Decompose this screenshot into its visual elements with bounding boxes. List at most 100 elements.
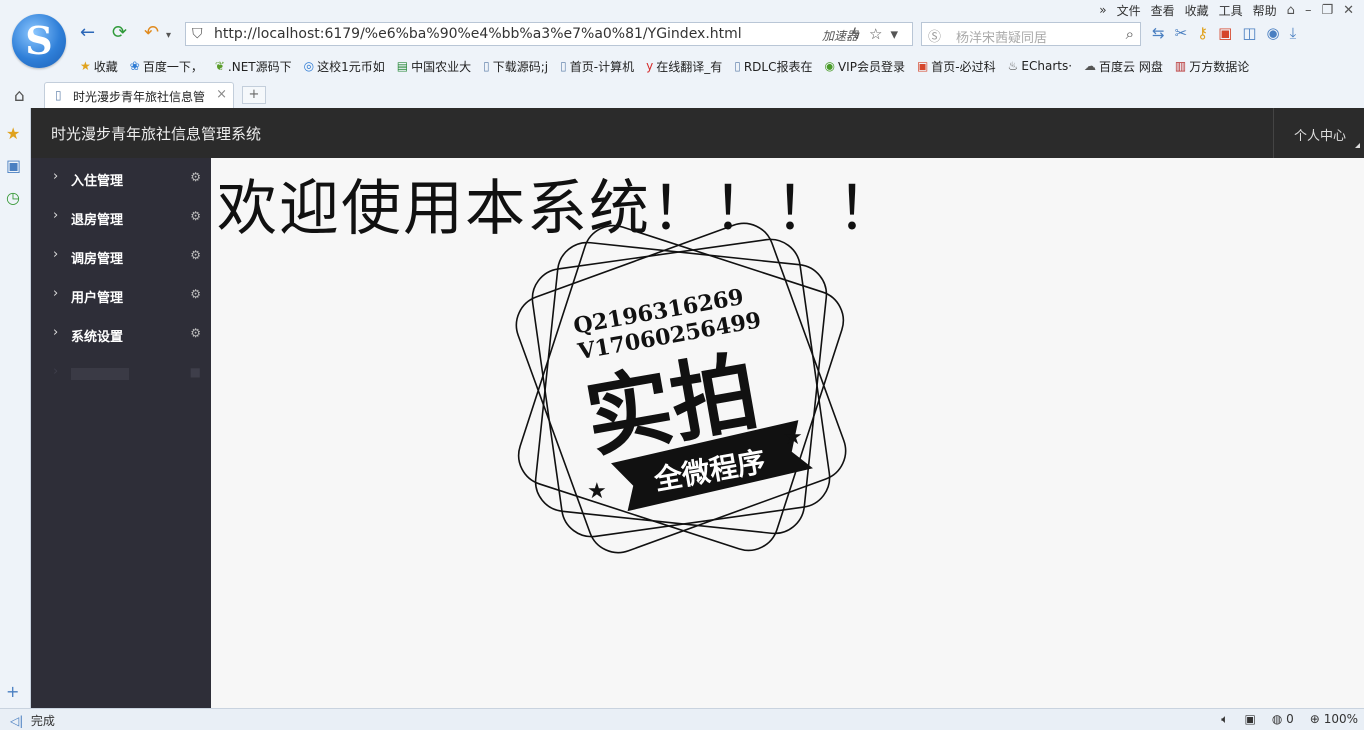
bookmark-item[interactable]: ♨ ECharts· — [1008, 57, 1072, 75]
skin-icon[interactable]: ⌂ — [1287, 3, 1295, 18]
lightning-icon[interactable]: ϟ — [851, 25, 869, 43]
bookmark-item[interactable]: ▣ 首页-必过科 — [917, 57, 996, 75]
main-content: 欢迎使用本系统！！！！ Q2196316269 V17060256499 实拍 … — [211, 158, 1364, 708]
menu-favorites[interactable]: 收藏 — [1185, 2, 1209, 19]
close-window-icon[interactable]: ✕ — [1343, 3, 1354, 18]
menu-view[interactable]: 查看 — [1151, 2, 1175, 19]
adblock-counter[interactable]: ◍ 0 — [1272, 712, 1294, 727]
search-engine-icon[interactable]: Ⓢ — [928, 26, 941, 45]
bookmark-item[interactable]: y 在线翻译_有 — [646, 57, 722, 75]
scissors-icon[interactable]: ✂ — [1175, 24, 1188, 42]
browser-logo-icon[interactable] — [12, 14, 66, 68]
close-tab-icon[interactable]: × — [216, 87, 227, 102]
undo-icon[interactable]: ↶ — [144, 22, 159, 43]
site-icon: ▤ — [396, 59, 409, 73]
menu-tools[interactable]: 工具 — [1219, 2, 1243, 19]
browser-menubar: » 文件 查看 收藏 工具 帮助 ⌂ – ❐ ✕ — [1099, 1, 1354, 19]
sidebar: › 入住管理 ⚙ › 退房管理 ⚙ › 调房管理 ⚙ › 用户管理 ⚙ › 系统… — [31, 158, 211, 708]
status-right: 🔈︎ ▣ ◍ 0 ⊕ 100% — [1221, 712, 1358, 727]
star-icon[interactable]: ☆ — [869, 25, 890, 43]
refresh-icon[interactable]: ⟳ — [112, 22, 127, 43]
bookmark-item[interactable]: ❦ .NET源码下 — [215, 57, 292, 75]
volume-icon[interactable]: 🔈︎ — [1221, 712, 1228, 727]
gear-icon: ⚙ — [190, 170, 201, 184]
app-icon[interactable]: ▣ — [1218, 24, 1232, 42]
dropdown-icon[interactable]: ▾ — [890, 25, 906, 43]
key-icon[interactable]: ⚷ — [1197, 24, 1208, 42]
shield-icon: ⛉ — [192, 26, 203, 42]
sidebar-item-placeholder — [71, 368, 129, 380]
minimize-icon[interactable]: – — [1305, 3, 1312, 18]
chevron-right-icon: › — [53, 208, 59, 223]
menu-help[interactable]: 帮助 — [1253, 2, 1277, 19]
bookmark-item[interactable]: ★ 收藏 — [80, 57, 118, 75]
paw-icon: ❀ — [129, 59, 140, 73]
home-icon[interactable]: ⌂ — [14, 86, 25, 106]
gear-icon: ⚙ — [190, 248, 201, 262]
sidebar-item-settings[interactable]: › 系统设置 ⚙ — [31, 314, 211, 353]
reader-icon[interactable]: ▣ — [6, 156, 21, 175]
sidebar-item-hidden: › ■ — [31, 353, 211, 392]
sidebar-item-label: 调房管理 — [71, 252, 124, 267]
history-icon[interactable]: ◷ — [6, 188, 20, 207]
chevron-right-icon: › — [53, 169, 59, 184]
gear-icon: ⚙ — [190, 326, 201, 340]
search-icon[interactable]: ⌕ — [1126, 25, 1134, 43]
sidebar-item-label: 退房管理 — [71, 213, 124, 228]
star-icon: ★ — [587, 479, 607, 504]
bookmarks-bar: ★ 收藏 ❀ 百度一下， ❦ .NET源码下 ◎ 这校1元币如 ▤ 中国农业大 ▯ 下载源码… — [80, 57, 1249, 75]
user-center-button[interactable]: 个人中心 — [1273, 108, 1364, 158]
status-bar: ◁| 完成 🔈︎ ▣ ◍ 0 ⊕ 100% — [0, 708, 1364, 730]
gear-icon: ⚙ — [190, 287, 201, 301]
sidebar-item-users[interactable]: › 用户管理 ⚙ — [31, 275, 211, 314]
sidebar-item-label: 系统设置 — [71, 330, 124, 345]
bookmark-item[interactable]: ❀ 百度一下， — [130, 57, 203, 75]
sidebar-item-label: 用户管理 — [71, 291, 124, 306]
status-text: 完成 — [30, 714, 55, 728]
bookmark-item[interactable]: ☁ 百度云 网盘 — [1084, 57, 1163, 75]
globe-icon: ◎ — [303, 59, 315, 73]
wanfang-icon: ▥ — [1174, 59, 1187, 73]
menu-file[interactable]: 文件 — [1117, 2, 1141, 19]
download-icon[interactable]: ⤓ — [1290, 24, 1297, 42]
bookmark-item[interactable]: ◉ VIP会员登录 — [824, 57, 904, 75]
briefcase-icon[interactable]: ▣ — [1245, 712, 1256, 727]
screenshot-icon[interactable]: ◫ — [1242, 24, 1256, 42]
chevron-right-icon: › — [53, 364, 59, 379]
zoom-control[interactable]: ⊕ 100% — [1310, 712, 1358, 727]
bookmark-item[interactable]: ◎ 这校1元币如 — [304, 57, 385, 75]
bookmark-item[interactable]: ▯ 下载源码;j — [483, 57, 548, 75]
sidebar-item-room-change[interactable]: › 调房管理 ⚙ — [31, 236, 211, 275]
bookmark-item[interactable]: ▥ 万方数据论 — [1175, 57, 1249, 75]
gear-icon: ⚙ — [190, 209, 201, 223]
new-tab-button[interactable]: + — [242, 86, 266, 104]
sidebar-item-checkout[interactable]: › 退房管理 ⚙ — [31, 197, 211, 236]
address-bar[interactable]: ⛉ http://localhost:6179/%e6%ba%90%e4%bb%… — [185, 22, 913, 46]
overflow-icon[interactable]: » — [1099, 3, 1106, 17]
adblock-icon: ◍ — [1271, 712, 1283, 726]
add-icon[interactable]: + — [6, 682, 19, 701]
bookmark-item[interactable]: ▯ RDLC报表在 — [734, 57, 812, 75]
undo-dropdown-icon[interactable]: ▾ — [166, 30, 171, 41]
chat-icon[interactable]: ◉ — [1267, 24, 1280, 42]
page-icon: ▯ — [483, 59, 490, 73]
bookmark-item[interactable]: ▯ 首页-计算机 — [560, 57, 634, 75]
bookmark-item[interactable]: ▤ 中国农业大 — [397, 57, 471, 75]
address-actions: ϟ☆▾ — [851, 25, 906, 43]
restore-icon[interactable]: ❐ — [1321, 3, 1333, 18]
page-icon: ▯ — [734, 59, 741, 73]
sidebar-item-checkin[interactable]: › 入住管理 ⚙ — [31, 158, 211, 197]
back-icon[interactable]: ← — [80, 22, 95, 43]
status-left: ◁| 完成 — [10, 712, 55, 729]
favorites-icon[interactable]: ★ — [6, 124, 20, 143]
chevron-right-icon: › — [53, 286, 59, 301]
search-box[interactable]: Ⓢ 杨洋宋茜疑同居 ⌕ — [921, 22, 1141, 46]
sync-icon[interactable]: ⇆ — [1152, 24, 1165, 42]
tab-active[interactable]: ▯ 时光漫步青年旅社信息管 × — [44, 82, 234, 108]
address-url[interactable]: http://localhost:6179/%e6%ba%90%e4%bb%a3… — [214, 26, 742, 42]
panel-toggle-icon[interactable]: ◁| — [10, 714, 23, 728]
toolbar-tools: ⇆ ✂ ⚷ ▣ ◫ ◉ ⤓ — [1152, 24, 1296, 42]
page-icon: ▯ — [560, 59, 567, 73]
search-input[interactable]: 杨洋宋茜疑同居 — [956, 27, 1047, 46]
zoom-icon: ⊕ — [1309, 712, 1320, 726]
